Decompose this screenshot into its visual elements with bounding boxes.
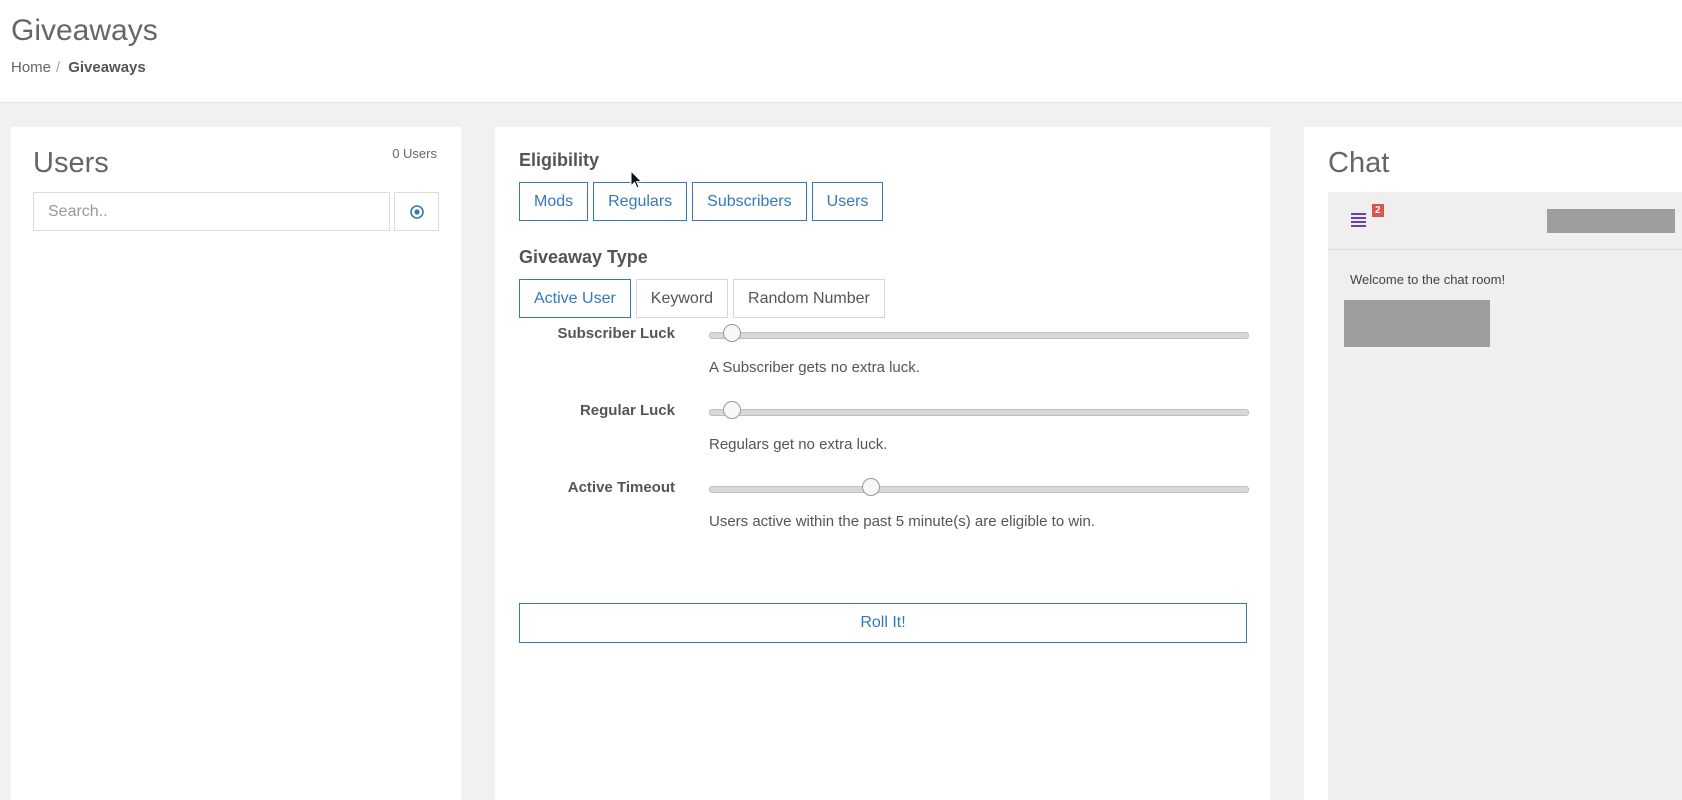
active-timeout-slider-handle[interactable] <box>862 478 881 496</box>
subscriber-luck-label: Subscriber Luck <box>557 325 675 342</box>
breadcrumb: Home / Giveaways <box>11 59 146 76</box>
regular-luck-slider[interactable] <box>709 401 1249 419</box>
giveaway-type-label: Giveaway Type <box>519 247 648 267</box>
page-title: Giveaways <box>11 14 158 47</box>
active-timeout-label: Active Timeout <box>567 479 675 496</box>
subscriber-luck-slider-handle[interactable] <box>722 324 741 342</box>
active-timeout-slider[interactable] <box>709 478 1249 496</box>
user-search-input[interactable] <box>33 192 390 231</box>
subscriber-luck-slider[interactable] <box>709 324 1249 342</box>
subscriber-luck-help-text: A Subscriber gets no extra luck. <box>709 359 920 376</box>
eligibility-options: Mods Regulars Subscribers Users <box>519 182 884 221</box>
breadcrumb-separator: / <box>56 59 61 76</box>
active-timeout-help-text: Users active within the past 5 minute(s)… <box>709 513 1096 530</box>
breadcrumb-current: Giveaways <box>68 59 146 76</box>
user-count: 0 Users <box>392 146 437 161</box>
target-button[interactable] <box>394 192 439 231</box>
redacted-content <box>1344 300 1490 347</box>
redacted-field <box>1547 209 1675 233</box>
page-header: Giveaways Home / Giveaways <box>0 0 1682 103</box>
breadcrumb-home-link[interactable]: Home <box>11 59 51 76</box>
giveaway-type-options: Active User Keyword Random Number <box>519 279 885 318</box>
chat-toolbar: 2 <box>1328 192 1682 250</box>
notification-badge: 2 <box>1372 204 1384 217</box>
list-icon[interactable] <box>1350 209 1368 227</box>
chat-panel-title: Chat <box>1328 147 1390 179</box>
users-panel-title: Users <box>33 147 109 179</box>
regular-luck-slider-handle[interactable] <box>722 401 741 419</box>
eligibility-subscribers-button[interactable]: Subscribers <box>692 182 807 221</box>
roll-it-button[interactable]: Roll It! <box>519 603 1247 643</box>
eligibility-users-button[interactable]: Users <box>811 182 884 221</box>
target-icon <box>409 204 424 219</box>
chat-welcome-message: Welcome to the chat room! <box>1350 272 1506 287</box>
type-random-number-button[interactable]: Random Number <box>733 279 885 318</box>
chat-panel: Chat 2 Welcome to the chat room! <box>1304 127 1682 800</box>
chat-area: 2 Welcome to the chat room! <box>1328 192 1682 800</box>
regular-luck-help-text: Regulars get no extra luck. <box>709 436 888 453</box>
eligibility-label: Eligibility <box>519 150 600 170</box>
type-keyword-button[interactable]: Keyword <box>635 279 729 318</box>
giveaway-settings-panel: Eligibility Mods Regulars Subscribers Users… <box>495 127 1270 800</box>
eligibility-mods-button[interactable]: Mods <box>519 182 589 221</box>
users-panel: Users 0 Users <box>11 127 461 800</box>
regular-luck-label: Regular Luck <box>579 402 675 419</box>
type-active-user-button[interactable]: Active User <box>519 279 631 318</box>
mouse-cursor-icon <box>630 170 643 189</box>
